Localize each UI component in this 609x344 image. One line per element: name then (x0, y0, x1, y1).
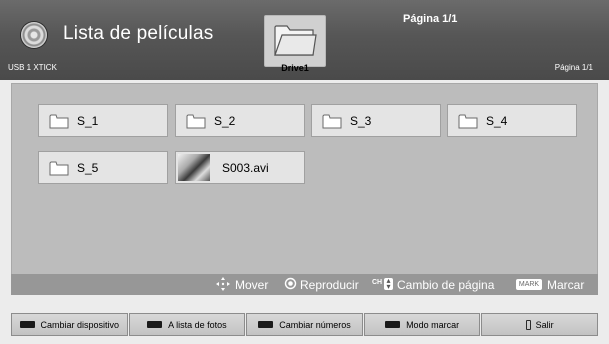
channel-up-down-icon: ▴ ▾ (384, 277, 393, 291)
drive-button[interactable] (264, 15, 326, 67)
drive-label: Drive1 (281, 63, 309, 73)
ch-badge: CH (372, 279, 383, 286)
file-label: S003.avi (222, 161, 269, 175)
folder-icon (274, 25, 317, 56)
video-file-item[interactable]: S003.avi (175, 151, 305, 184)
exit-key-icon (525, 319, 531, 330)
green-key-icon (147, 321, 163, 328)
movie-list-screen: Lista de películas Página 1/1 USB 1 XTIC… (0, 0, 609, 344)
button-label: A lista de fotos (168, 319, 227, 330)
folder-label: S_2 (214, 114, 236, 128)
red-key-icon (19, 321, 35, 328)
folder-label: S_1 (77, 114, 99, 128)
folder-icon (49, 114, 69, 129)
header-bar: Lista de películas Página 1/1 USB 1 XTIC… (0, 0, 609, 80)
hint-mark: Marcar (547, 278, 585, 292)
folder-item-s1[interactable]: S_1 (38, 104, 168, 137)
folder-label: S_5 (77, 161, 99, 175)
folder-label: S_3 (350, 114, 372, 128)
mark-mode-button[interactable]: Modo marcar (363, 313, 481, 336)
folder-item-s4[interactable]: S_4 (447, 104, 577, 137)
video-thumbnail (178, 154, 210, 181)
film-reel-icon (21, 22, 47, 48)
page-indicator-right: Página 1/1 (554, 63, 593, 72)
device-label: USB 1 XTICK (8, 63, 57, 72)
file-list-panel: S_1 S_2 S_3 S_4 S_5 S003.avi (11, 83, 598, 295)
function-button-bar: Cambiar dispositivo A lista de fotos Cam… (11, 313, 598, 336)
folder-icon (322, 114, 342, 129)
change-device-button[interactable]: Cambiar dispositivo (11, 313, 128, 336)
folder-item-s2[interactable]: S_2 (175, 104, 305, 137)
folder-icon (458, 114, 478, 129)
exit-button[interactable]: Salir (481, 313, 598, 336)
folder-icon (186, 114, 206, 129)
navigation-arrows-icon (216, 277, 230, 291)
hint-play: Reproducir (300, 278, 359, 292)
change-numbers-button[interactable]: Cambiar números (246, 313, 363, 336)
button-label: Cambiar dispositivo (40, 319, 120, 330)
button-label: Salir (535, 319, 554, 330)
button-label: Cambiar números (279, 319, 351, 330)
hint-move: Mover (235, 278, 269, 292)
mark-badge: MARK (516, 279, 542, 290)
blue-key-icon (385, 321, 401, 328)
page-indicator-top: Página 1/1 (403, 13, 458, 25)
page-title: Lista de películas (63, 23, 214, 44)
hint-bar: Mover Reproducir CH ▴ ▾ Cambio de página … (11, 274, 598, 295)
button-label: Modo marcar (406, 319, 460, 330)
folder-icon (49, 161, 69, 176)
yellow-key-icon (258, 321, 274, 328)
folder-item-s5[interactable]: S_5 (38, 151, 168, 184)
photo-list-button[interactable]: A lista de fotos (128, 313, 246, 336)
ok-button-icon (284, 277, 297, 290)
folder-item-s3[interactable]: S_3 (311, 104, 441, 137)
hint-page-change: Cambio de página (397, 278, 495, 292)
folder-label: S_4 (486, 114, 508, 128)
